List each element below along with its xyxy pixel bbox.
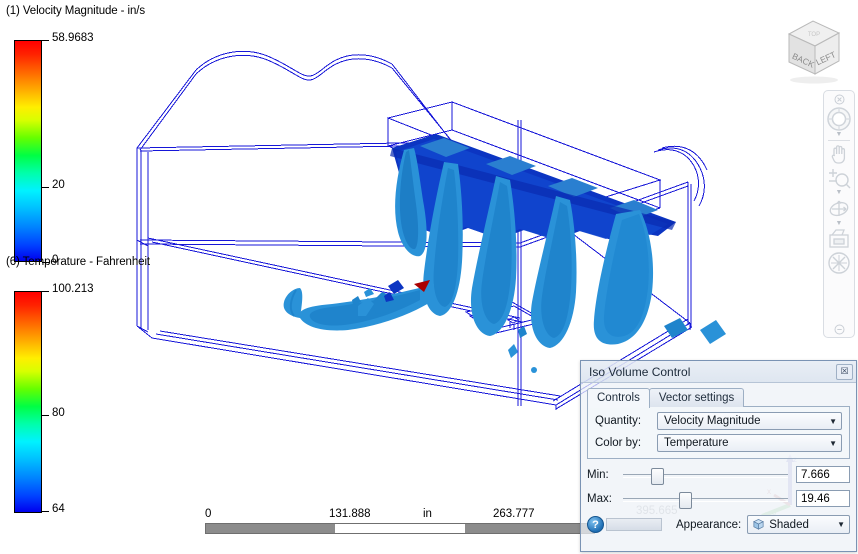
quantity-row: Quantity: Velocity Magnitude ▼ bbox=[595, 412, 842, 430]
nav-minimize-icon[interactable] bbox=[825, 324, 853, 335]
appearance-label: Appearance: bbox=[676, 518, 742, 531]
legend-velocity-colorbar bbox=[14, 40, 42, 262]
quantity-value: Velocity Magnitude bbox=[664, 415, 761, 427]
orbit-chevron-down-icon[interactable]: ▼ bbox=[836, 220, 843, 228]
chevron-down-icon: ▼ bbox=[829, 438, 837, 448]
progress-strip bbox=[606, 518, 662, 531]
legend-velocity-tick-mid bbox=[42, 187, 49, 188]
legend-temperature-label-mid: 80 bbox=[52, 407, 65, 419]
legend-temperature-label-min: 64 bbox=[52, 503, 65, 515]
color-by-row: Color by: Temperature ▼ bbox=[595, 434, 842, 452]
max-slider-row: Max: 19.46 bbox=[587, 490, 850, 509]
nav-separator bbox=[828, 140, 850, 141]
min-slider-row: Min: 7.666 bbox=[587, 466, 850, 485]
legend-velocity-label-max: 58.9683 bbox=[52, 32, 94, 44]
legend-temperature-colorbar bbox=[14, 291, 42, 513]
dialog-bottom-row: ? Appearance: Shaded ▼ bbox=[587, 515, 850, 534]
chevron-down-icon: ▼ bbox=[837, 520, 845, 529]
legend-velocity-magnitude: (1) Velocity Magnitude - in/s 58.9683 20… bbox=[6, 5, 145, 268]
navigation-bar[interactable]: ▼ ▼ ▼ bbox=[823, 90, 855, 338]
dialog-body: Controls Vector settings Quantity: Veloc… bbox=[581, 383, 856, 534]
chevron-down-icon: ▼ bbox=[829, 416, 837, 426]
scale-ruler: 0 131.888 in 263.777 bbox=[205, 508, 595, 534]
legend-temperature-title: (6) Temperature - Fahrenheit bbox=[6, 256, 150, 268]
scale-ruler-tick-1: 131.888 bbox=[329, 508, 371, 520]
color-by-value: Temperature bbox=[664, 437, 729, 449]
enclosure-wireframe bbox=[136, 50, 708, 410]
appearance-value: Shaded bbox=[769, 518, 809, 531]
look-camera-icon[interactable] bbox=[825, 228, 853, 250]
pan-hand-icon[interactable] bbox=[825, 142, 853, 166]
legend-temperature-tick-min bbox=[42, 511, 49, 512]
view-cube-top-label: TOP bbox=[808, 32, 820, 38]
max-slider-handle[interactable] bbox=[679, 491, 693, 509]
steering-wheel-chevron-down-icon[interactable]: ▼ bbox=[836, 131, 843, 139]
max-label: Max: bbox=[587, 492, 612, 505]
zoom-chevron-down-icon[interactable]: ▼ bbox=[836, 189, 843, 197]
controls-panel: Quantity: Velocity Magnitude ▼ Color by:… bbox=[587, 406, 850, 459]
color-by-dropdown[interactable]: Temperature ▼ bbox=[657, 434, 842, 452]
quantity-dropdown[interactable]: Velocity Magnitude ▼ bbox=[657, 412, 842, 430]
scale-ruler-labels: 0 131.888 in 263.777 bbox=[205, 508, 595, 523]
max-slider-track bbox=[623, 497, 788, 502]
scale-ruler-bar bbox=[205, 523, 595, 534]
min-label: Min: bbox=[587, 468, 609, 481]
min-slider[interactable] bbox=[623, 467, 788, 485]
shaded-cube-icon bbox=[753, 518, 765, 530]
scale-ruler-unit: in bbox=[423, 508, 432, 520]
close-icon[interactable]: ☒ bbox=[836, 363, 853, 380]
dialog-title: Iso Volume Control bbox=[589, 364, 691, 379]
tab-controls[interactable]: Controls bbox=[587, 388, 650, 408]
legend-temperature-label-max: 100.213 bbox=[52, 283, 94, 295]
fit-all-icon[interactable] bbox=[825, 250, 853, 276]
help-icon[interactable]: ? bbox=[587, 516, 604, 533]
scale-ruler-tick-2: 263.777 bbox=[493, 508, 535, 520]
min-slider-handle[interactable] bbox=[651, 467, 665, 485]
scale-ruler-tick-0: 0 bbox=[205, 508, 212, 520]
scale-ruler-segment bbox=[464, 524, 594, 533]
color-by-label: Color by: bbox=[595, 437, 642, 449]
iso-volume-control-dialog[interactable]: Iso Volume Control ☒ Controls Vector set… bbox=[580, 360, 857, 552]
max-value-field[interactable]: 19.46 bbox=[796, 490, 850, 507]
legend-velocity-title: (1) Velocity Magnitude - in/s bbox=[6, 5, 145, 17]
max-slider[interactable] bbox=[623, 491, 788, 509]
steering-wheel-icon[interactable] bbox=[825, 106, 853, 132]
dialog-titlebar[interactable]: Iso Volume Control ☒ bbox=[581, 361, 856, 383]
view-cube[interactable]: BACK LEFT TOP bbox=[775, 12, 853, 86]
legend-velocity-label-mid: 20 bbox=[52, 179, 65, 191]
legend-temperature-tick-mid bbox=[42, 415, 49, 416]
orbit-icon[interactable] bbox=[825, 197, 853, 221]
nav-close-icon[interactable] bbox=[825, 94, 853, 105]
scale-ruler-segment bbox=[206, 524, 336, 533]
dialog-tabs[interactable]: Controls Vector settings bbox=[587, 387, 850, 408]
legend-temperature: (6) Temperature - Fahrenheit 100.213 80 … bbox=[6, 256, 150, 519]
scale-ruler-segment bbox=[335, 524, 465, 533]
tab-vector-settings[interactable]: Vector settings bbox=[648, 388, 745, 407]
quantity-label: Quantity: bbox=[595, 415, 642, 427]
zoom-magnifier-icon[interactable] bbox=[825, 166, 853, 190]
legend-velocity-tick-max bbox=[42, 40, 49, 41]
iso-volume-surfaces bbox=[283, 134, 726, 373]
legend-temperature-tick-max bbox=[42, 291, 49, 292]
cfd-application-window: z y x (1) Velocity Magnitude - in/s 58.9… bbox=[0, 0, 858, 554]
appearance-dropdown[interactable]: Shaded ▼ bbox=[747, 515, 850, 534]
min-slider-track bbox=[623, 473, 788, 478]
min-value-field[interactable]: 7.666 bbox=[796, 466, 850, 483]
